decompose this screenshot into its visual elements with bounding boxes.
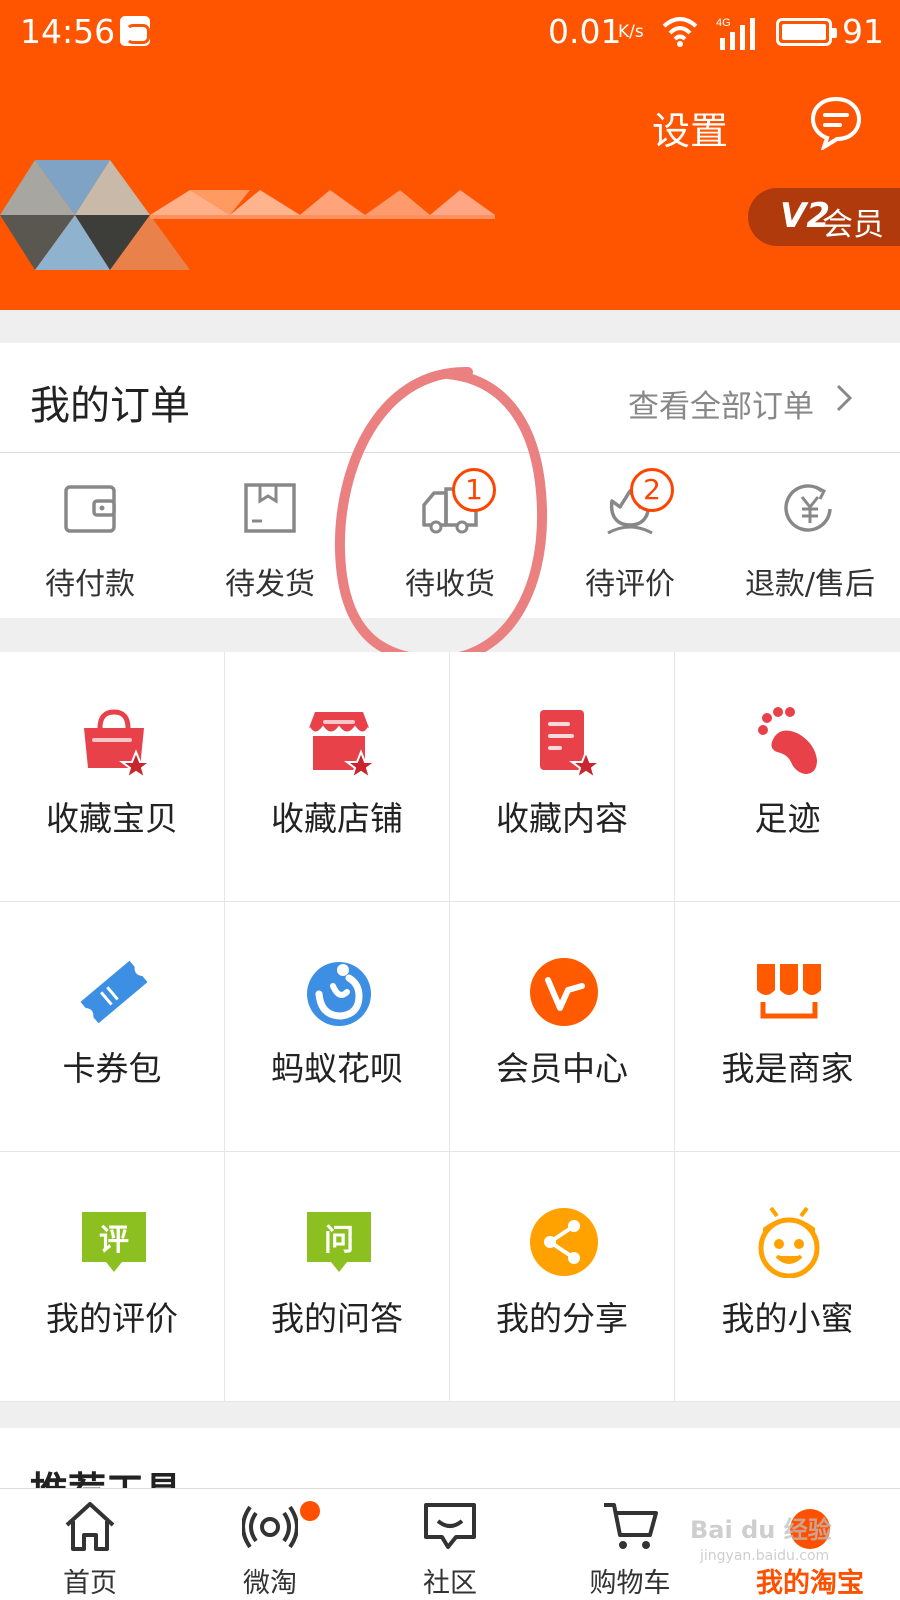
huabei-cell[interactable]: 蚂蚁花呗 (225, 902, 449, 1151)
feature-label: 我的小蜜 (721, 1299, 854, 1338)
favorite-store-icon (307, 712, 375, 778)
order-refund-aftersale[interactable]: 退款/售后 (720, 453, 900, 618)
status-bar: 14:56 0.01 K/s 4G 91 (0, 0, 900, 64)
coupons-cell[interactable]: 卡券包 (0, 902, 224, 1151)
member-center-cell[interactable]: 会员中心 (450, 902, 674, 1151)
feature-label: 我的评价 (46, 1299, 178, 1338)
feature-label: 我是商家 (721, 1049, 854, 1088)
favorite-items-cell[interactable]: 收藏宝贝 (0, 652, 224, 901)
feature-label: 收藏内容 (496, 799, 628, 838)
cart-icon (604, 1503, 658, 1549)
feature-label: 我的问答 (271, 1299, 403, 1338)
review-glyph: 评 (99, 1223, 129, 1258)
order-label: 待付款 (45, 567, 135, 602)
profile-header: 14:56 0.01 K/s 4G 91 设置 V2 会员 (0, 0, 900, 310)
community-icon (424, 1503, 476, 1549)
feature-label: 我的分享 (496, 1299, 628, 1338)
order-pending-payment[interactable]: 待付款 (0, 453, 180, 618)
feature-label: 会员中心 (496, 1049, 628, 1088)
order-label: 待评价 (585, 567, 675, 602)
favorite-bag-icon (84, 709, 150, 778)
share-icon (530, 1208, 598, 1276)
nav-home[interactable]: 首页 (0, 1489, 180, 1600)
status-time: 14:56 (20, 12, 116, 51)
annotation-circle (334, 366, 548, 666)
orders-title: 我的订单 (30, 383, 190, 429)
favorite-content-cell[interactable]: 收藏内容 (450, 652, 674, 901)
settings-link[interactable]: 设置 (652, 100, 728, 155)
assistant-bee-icon (758, 1206, 820, 1278)
message-icon[interactable] (808, 94, 864, 150)
nav-weitao[interactable]: 微淘 (180, 1489, 360, 1600)
wallet-icon (64, 485, 116, 533)
nav-community[interactable]: 社区 (360, 1489, 540, 1600)
chevron-right-icon (836, 384, 853, 412)
broadcast-icon (242, 1505, 298, 1549)
vip-label: 会员 (822, 207, 884, 243)
battery-level: 91 (842, 12, 884, 51)
svg-text:4G: 4G (716, 17, 731, 29)
my-reviews-cell[interactable]: 评 我的评价 (0, 1152, 224, 1401)
my-qa-icon: 问 (307, 1212, 371, 1272)
nav-label: 微淘 (243, 1568, 297, 1599)
feature-label: 蚂蚁花呗 (271, 1049, 403, 1088)
nav-label: 社区 (423, 1568, 477, 1599)
network-speed: 0.01 (548, 12, 622, 51)
network-speed-unit: K/s (618, 22, 644, 42)
avatar[interactable] (0, 150, 500, 290)
feature-label: 收藏店铺 (271, 799, 403, 838)
my-qa-cell[interactable]: 问 我的问答 (225, 1152, 449, 1401)
feature-label: 卡券包 (62, 1049, 162, 1088)
coupon-icon (80, 960, 148, 1024)
merchant-cell[interactable]: 我是商家 (675, 902, 900, 1151)
battery-icon (776, 18, 837, 46)
order-count-badge: 2 (630, 468, 674, 512)
footprint-cell[interactable]: 足迹 (675, 652, 900, 901)
huabei-icon (307, 962, 371, 1026)
member-center-icon (530, 958, 598, 1026)
feature-grid: 收藏宝贝 收藏店铺 收藏内容 足迹 卡券包 蚂蚁花呗 会员中心 我是商家 评 我… (0, 652, 900, 1402)
qa-glyph: 问 (324, 1223, 354, 1258)
order-label: 退款/售后 (744, 567, 876, 602)
tools-title: 推荐工具 (30, 1460, 182, 1488)
notification-app-icon (120, 16, 150, 46)
home-icon (65, 1502, 115, 1551)
recommended-tools-section: 推荐工具 (0, 1428, 900, 1488)
footprint-icon (758, 707, 817, 774)
signal-icon: 4G (716, 17, 755, 50)
notification-dot (300, 1501, 320, 1521)
my-review-icon: 评 (82, 1212, 146, 1272)
favorite-stores-cell[interactable]: 收藏店铺 (225, 652, 449, 901)
nav-label: 购物车 (589, 1568, 671, 1599)
my-assistant-cell[interactable]: 我的小蜜 (675, 1152, 900, 1401)
watermark-url: jingyan.baidu.com (700, 1548, 830, 1564)
merchant-icon (757, 964, 821, 1019)
nav-label: 我的淘宝 (756, 1568, 864, 1599)
my-share-cell[interactable]: 我的分享 (450, 1152, 674, 1401)
watermark: Bai du 经验 (690, 1516, 832, 1544)
nav-label: 首页 (63, 1568, 117, 1599)
order-pending-review[interactable]: 2 待评价 (540, 453, 720, 618)
wifi-icon (662, 17, 698, 47)
feature-label: 收藏宝贝 (46, 799, 178, 838)
package-icon (244, 483, 296, 533)
feature-label: 足迹 (754, 799, 821, 838)
favorite-content-icon (540, 710, 600, 778)
refund-icon (784, 484, 832, 532)
view-all-orders-link[interactable]: 查看全部订单 (628, 381, 814, 426)
vip-badge[interactable]: V2 会员 (748, 188, 900, 246)
